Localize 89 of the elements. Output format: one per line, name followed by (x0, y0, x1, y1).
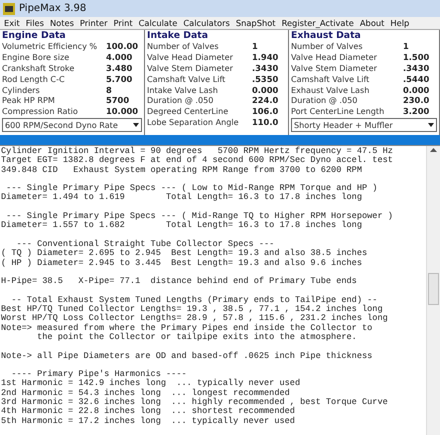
field-label: Valve Stem Diameter (147, 62, 233, 73)
field-value[interactable]: 5700 (106, 95, 142, 106)
output-line: Best HP/TQ Tuned Collector Lengths= 19.3 , 38.5 , 77.1 , 154.2 inches long (1, 305, 383, 314)
output-line: Worst HP/TQ Loss Collector Lengths= 28.9 , 57.8 , 115.6 , 231.2 inches long (1, 314, 389, 324)
output-line: 1st Harmonic = 142.9 inches long ... typically never used (1, 379, 302, 388)
field-value[interactable]: .3430 (403, 62, 437, 73)
field-value[interactable]: 224.0 (252, 95, 286, 106)
panel-title: Exhaust Data (291, 31, 362, 41)
output-line: 349.848 CID Exhaust System operating RPM Range from 3700 to 6200 RPM (1, 166, 363, 175)
field-value[interactable]: 1 (252, 41, 286, 52)
field-label: Engine Bore size (2, 52, 70, 62)
menu-item[interactable]: Printer (76, 18, 111, 28)
menu-item[interactable]: About (356, 18, 388, 28)
menu-item[interactable]: Calculate (136, 18, 180, 28)
field-label: Valve Head Diameter (147, 52, 233, 62)
menu-item[interactable]: Print (110, 18, 136, 28)
scroll-thumb[interactable] (428, 273, 439, 305)
field-label: Compression Ratio (2, 106, 78, 116)
field-label: Crankshaft Stroke (2, 62, 74, 73)
menu-item[interactable]: Notes (46, 18, 77, 28)
caret-icon (133, 122, 139, 127)
field-label: Valve Stem Diameter (291, 62, 377, 73)
field-label: Number of Valves (291, 41, 363, 52)
field-value[interactable]: 0.000 (252, 84, 286, 95)
app-icon (3, 2, 15, 14)
field-label: Degreed CenterLine (147, 106, 228, 116)
field-label: Camshaft Valve Lift (147, 74, 226, 84)
field-label: Duration @ .050 (291, 95, 358, 106)
field-label: Volumetric Efficiency % (2, 41, 98, 52)
panel-title: Engine Data (2, 31, 67, 41)
window-title: PipeMax 3.98 (19, 3, 86, 14)
menu-item[interactable]: SnapShot (232, 18, 279, 28)
field-label: Intake Valve Lash (147, 84, 218, 95)
field-label: Port CenterLine Length (291, 106, 384, 116)
field-label: Exhaust Valve Lash (291, 84, 370, 95)
output-line: --- Single Primary Pipe Specs --- ( Mid-Range TQ to Higher RPM Horsepower ) (6, 212, 394, 222)
field-label: Number of Valves (147, 41, 219, 52)
field-value[interactable]: 100.00 (106, 41, 142, 52)
caret-icon (428, 122, 434, 127)
menu-item[interactable]: Calculators (180, 18, 233, 28)
output-line: Note-> all Pipe Diameters are OD and based-off .0625 inch Pipe thickness (1, 352, 374, 361)
field-value[interactable]: 0.000 (403, 84, 437, 95)
dropdown[interactable]: Shorty Header + Muffler (291, 118, 437, 132)
menu-item[interactable]: Register_Activate (278, 18, 357, 28)
field-value[interactable]: 1 (403, 41, 437, 52)
menu-item[interactable]: Help (387, 18, 412, 28)
output-line: Diameter= 1.557 to 1.682 Total Length= 16.3 to 17.8 inches long (1, 221, 363, 231)
field-label: Rod Length C-C (2, 74, 65, 84)
output-line: Note=> measured from where the Primary Pipes end inside the Collector to (1, 324, 374, 333)
output-line: --- Conventional Straight Tube Collector Specs --- (15, 240, 274, 249)
field-value[interactable]: 3.200 (403, 106, 437, 116)
output-line: 2nd Harmonic = 54.3 inches long ... longest recommended (1, 388, 291, 398)
field-value[interactable]: 5.700 (106, 74, 142, 84)
output-line: 3rd Harmonic = 32.6 inches long ... highly recommended , best Torque Curve (1, 398, 389, 408)
field-value[interactable]: .5350 (252, 74, 286, 84)
output-line: H-Pipe= 38.5 X-Pipe= 77.1 distance behind end of Primary Tube ends (1, 277, 358, 286)
output-line: ---- Primary Pipe's Harmonics ---- (11, 370, 188, 380)
output-line: the point the Collector or tailpipe exits into the atmosphere. (36, 332, 358, 342)
output-line: Target EGT= 1382.8 degrees F at end of 4 second 600 RPM/Sec Dyno accel. test (1, 156, 394, 166)
field-label: Lobe Separation Angle (147, 116, 239, 127)
field-value[interactable]: 4.000 (106, 52, 142, 62)
output-line: Diameter= 1.494 to 1.619 Total Length= 16.3 to 17.8 inches long (1, 193, 363, 203)
field-label: Peak HP RPM (2, 95, 55, 106)
field-value[interactable]: 106.0 (252, 106, 286, 116)
panel-title: Intake Data (147, 31, 209, 41)
output-line: --- Single Primary Pipe Specs --- ( Low to Mid-Range RPM Torque and HP ) (6, 184, 378, 194)
field-value[interactable]: 10.000 (106, 106, 142, 116)
field-value[interactable]: .3430 (252, 62, 286, 73)
scrollbar[interactable] (426, 146, 440, 435)
field-value[interactable]: 8 (106, 84, 142, 95)
field-value[interactable]: 3.480 (106, 62, 142, 73)
menu-item[interactable]: Exit (1, 18, 23, 28)
field-value[interactable]: 1.500 (403, 52, 437, 62)
field-label: Cylinders (2, 84, 40, 95)
field-label: Camshaft Valve Lift (291, 74, 370, 84)
field-value[interactable]: .5440 (403, 74, 437, 84)
field-value[interactable]: 230.0 (403, 95, 437, 106)
field-label: Valve Head Diameter (291, 52, 377, 62)
field-label: Duration @ .050 (147, 95, 214, 106)
output-line: -- Total Exhaust System Tuned Lengths (Primary ends to TailPipe end) -- (10, 296, 378, 305)
menu-item[interactable]: Files (22, 18, 47, 28)
field-value[interactable]: 110.0 (252, 116, 286, 127)
field-value[interactable]: 1.940 (252, 52, 286, 62)
output-line: Cylinder Ignition Interval = 90 degrees 5700 RPM Hertz frequency = 47.5 Hz (1, 147, 394, 156)
output-line: 4th Harmonic = 22.8 inches long ... shortest recommended (1, 407, 296, 416)
output-line: ( TQ ) Diameter= 2.695 to 2.945 Best Length= 19.3 and also 38.5 inches (1, 249, 368, 258)
dropdown[interactable]: 600 RPM/Second Dyno Rate (2, 118, 142, 132)
output-line: 5th Harmonic = 17.2 inches long ... typically never used (1, 416, 296, 426)
output-line: ( HP ) Diameter= 2.945 to 3.445 Best Length= 19.3 and also 9.6 inches (1, 258, 363, 268)
